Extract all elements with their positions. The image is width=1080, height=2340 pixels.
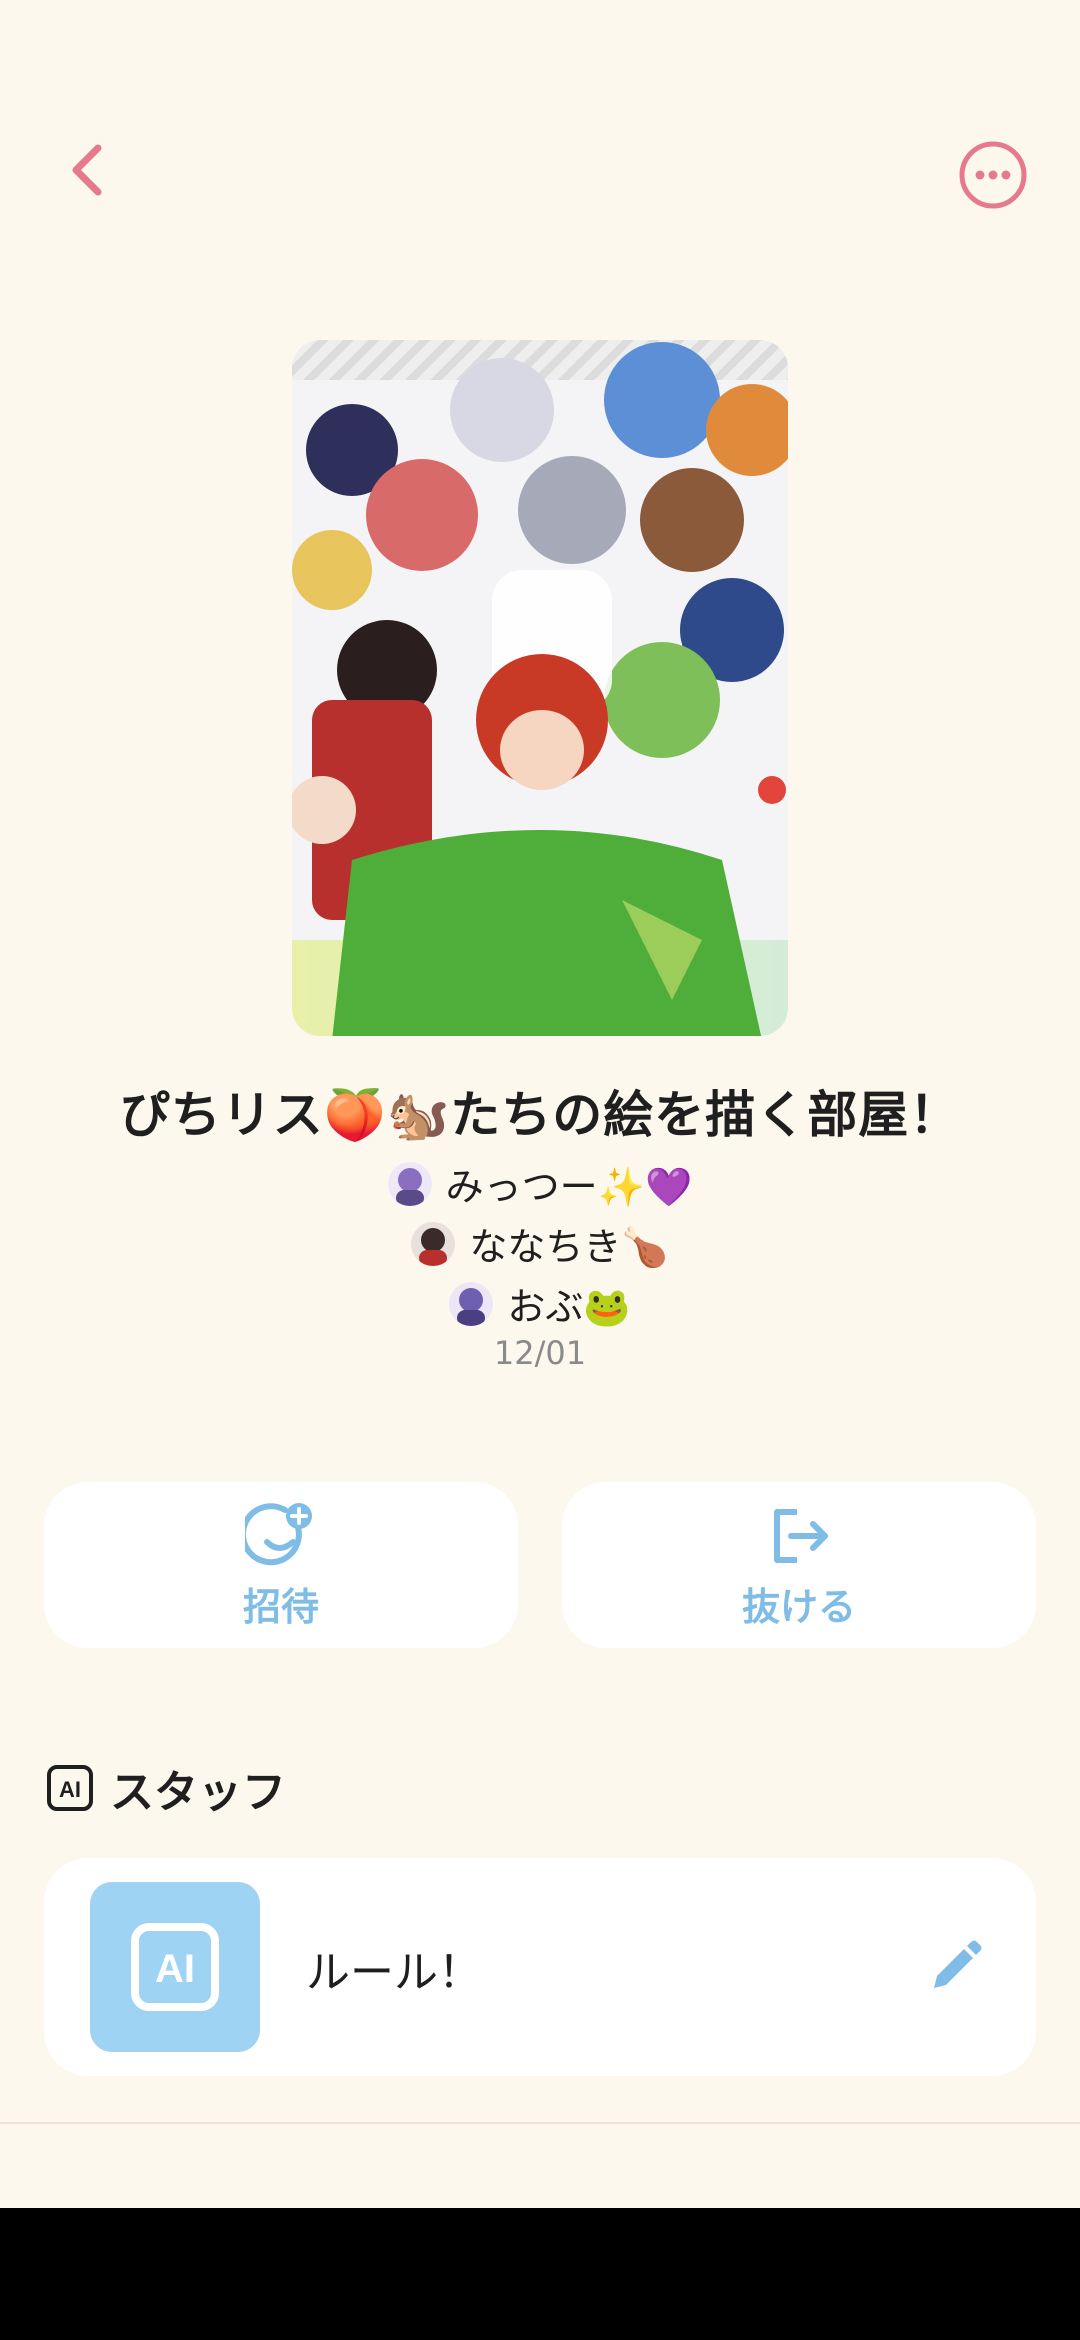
member-item[interactable]: みっつー✨💜	[0, 1156, 1080, 1211]
room-title: ぴちリス🍑🐿️たちの絵を描く部屋！	[119, 1086, 961, 1144]
staff-item[interactable]: AI ルール！	[44, 1858, 1036, 2076]
room-cover-image	[292, 340, 788, 1036]
add-friend-icon	[245, 1502, 312, 1565]
member-avatar	[387, 1161, 432, 1206]
member-name: みっつー✨💜	[445, 1165, 693, 1209]
member-name: ななちき🍗	[469, 1225, 669, 1269]
leave-label: 抜ける	[741, 1584, 856, 1629]
svg-text:AI: AI	[155, 1947, 195, 1991]
member-item[interactable]: ななちき🍗	[0, 1216, 1080, 1271]
ai-badge-icon: AI	[47, 1765, 93, 1811]
staff-name: ルール！	[306, 1947, 482, 1998]
invite-label: 招待	[242, 1584, 319, 1629]
member-name: おぶ🐸	[507, 1285, 631, 1329]
staff-section-header: AI スタッフ	[46, 1756, 286, 1820]
more-options-button[interactable]	[958, 140, 1028, 210]
member-avatar	[411, 1221, 456, 1266]
ai-badge-icon: AI	[131, 1923, 219, 2011]
svg-text:AI: AI	[59, 1777, 81, 1802]
member-avatar	[449, 1281, 494, 1326]
chevron-left-icon	[72, 144, 102, 196]
back-button[interactable]	[58, 140, 118, 200]
edit-button[interactable]	[924, 1938, 984, 1998]
staff-section-title: スタッフ	[110, 1767, 286, 1818]
invite-button[interactable]: 招待	[44, 1482, 518, 1648]
system-navigation-bar	[0, 2208, 1080, 2340]
staff-avatar: AI	[90, 1882, 260, 2052]
room-date: 12/01	[493, 1334, 587, 1372]
leave-button[interactable]: 抜ける	[562, 1482, 1036, 1648]
pencil-icon	[934, 1940, 982, 1988]
more-circle-icon	[959, 141, 1027, 209]
member-item[interactable]: おぶ🐸	[0, 1276, 1080, 1331]
divider	[0, 2122, 1080, 2124]
exit-icon	[774, 1508, 828, 1563]
